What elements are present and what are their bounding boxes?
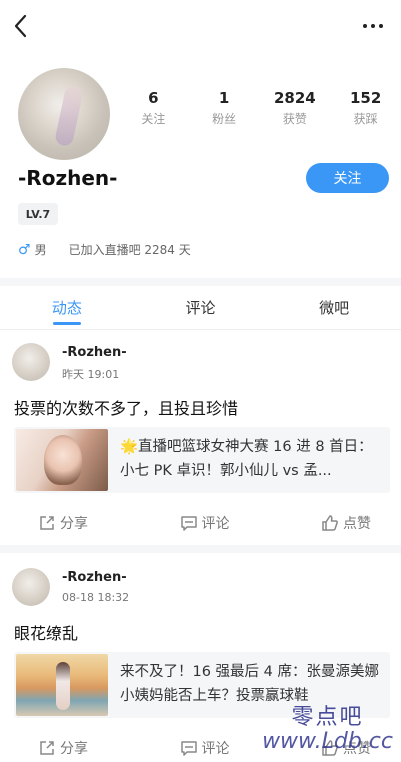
site-watermark: 零点吧 www.Ldb.cc xyxy=(262,706,393,754)
post-avatar[interactable] xyxy=(12,343,50,381)
comment-icon xyxy=(180,741,197,756)
stat-followers[interactable]: 1 粉丝 xyxy=(189,88,260,132)
comment-icon xyxy=(180,516,197,531)
stat-number: 1 xyxy=(218,89,230,107)
share-label: 分享 xyxy=(60,741,88,757)
post-text: 投票的次数不多了，且投且珍惜 xyxy=(14,399,239,418)
profile-stats: 6 关注 1 粉丝 2824 获赞 152 获踩 xyxy=(118,88,401,132)
watermark-chinese: 零点吧 xyxy=(291,705,364,730)
male-icon: ♂ xyxy=(18,241,31,258)
post-avatar[interactable] xyxy=(12,568,50,606)
profile-username: -Rozhen- xyxy=(18,166,118,190)
like-button[interactable]: 点赞 xyxy=(260,503,401,543)
article-title: 来不及了！16 强最后 4 席：张曼源美娜小姨妈能否上车？投票赢球鞋 xyxy=(120,664,380,704)
section-divider xyxy=(0,278,401,286)
gender-label: 男 xyxy=(34,243,47,257)
stat-label: 粉丝 xyxy=(212,112,237,126)
comment-button[interactable]: 评论 xyxy=(149,728,260,762)
post-time: 昨天 19:01 xyxy=(62,368,120,381)
follow-button[interactable]: 关注 xyxy=(306,163,389,193)
article-thumbnail xyxy=(16,654,108,716)
linked-article-card[interactable]: 🌟直播吧篮球女神大赛 16 进 8 首日：小七 PK 卓识！郭小仙儿 vs 孟.… xyxy=(14,427,390,493)
profile-meta: ♂ 男 已加入直播吧 2284 天 xyxy=(18,241,191,258)
tab-activity[interactable]: 动态 xyxy=(0,286,134,329)
share-icon xyxy=(40,516,54,530)
comment-label: 评论 xyxy=(201,741,230,757)
tab-microbar[interactable]: 微吧 xyxy=(267,286,401,329)
stat-number: 2824 xyxy=(274,89,316,107)
stat-number: 6 xyxy=(148,89,159,107)
comment-button[interactable]: 评论 xyxy=(149,503,260,543)
feed-post[interactable]: -Rozhen- 昨天 19:01 投票的次数不多了，且投且珍惜 🌟直播吧篮球女… xyxy=(0,331,401,545)
top-bar xyxy=(0,0,401,52)
stat-number: 152 xyxy=(349,89,382,107)
stat-likes-received[interactable]: 2824 获赞 xyxy=(260,88,331,132)
watermark-url: www.Ldb.cc xyxy=(262,729,393,754)
back-arrow-icon[interactable] xyxy=(10,12,34,40)
like-label: 点赞 xyxy=(343,516,371,532)
share-button[interactable]: 分享 xyxy=(0,503,149,543)
stat-label: 获赞 xyxy=(282,112,307,126)
stat-following[interactable]: 6 关注 xyxy=(118,88,189,132)
post-time: 08-18 18:32 xyxy=(62,591,130,604)
post-divider xyxy=(0,545,401,553)
share-label: 分享 xyxy=(60,516,88,532)
more-options-icon[interactable] xyxy=(363,16,387,36)
article-title: 🌟直播吧篮球女神大赛 16 进 8 首日：小七 PK 卓识！郭小仙儿 vs 孟.… xyxy=(120,439,373,479)
joined-days: 已加入直播吧 2284 天 xyxy=(68,243,191,257)
profile-tabs: 动态 评论 微吧 xyxy=(0,286,401,330)
share-button[interactable]: 分享 xyxy=(0,728,149,762)
share-icon xyxy=(40,741,54,755)
post-author[interactable]: -Rozhen- xyxy=(62,345,127,360)
more-dot xyxy=(371,24,375,28)
more-dot xyxy=(363,24,367,28)
post-author[interactable]: -Rozhen- xyxy=(62,570,127,585)
comment-label: 评论 xyxy=(201,516,230,532)
stat-label: 关注 xyxy=(141,112,166,126)
thumbs-up-icon xyxy=(322,515,338,531)
more-dot xyxy=(379,24,383,28)
stat-label: 获踩 xyxy=(353,112,378,126)
post-actions: 分享 评论 点赞 xyxy=(0,503,401,543)
stat-dislikes-received[interactable]: 152 获踩 xyxy=(330,88,401,132)
post-text: 眼花缭乱 xyxy=(14,624,79,643)
article-thumbnail xyxy=(16,429,108,491)
level-badge: LV.7 xyxy=(18,203,58,225)
tab-comments[interactable]: 评论 xyxy=(134,286,268,329)
profile-avatar[interactable] xyxy=(18,68,110,160)
